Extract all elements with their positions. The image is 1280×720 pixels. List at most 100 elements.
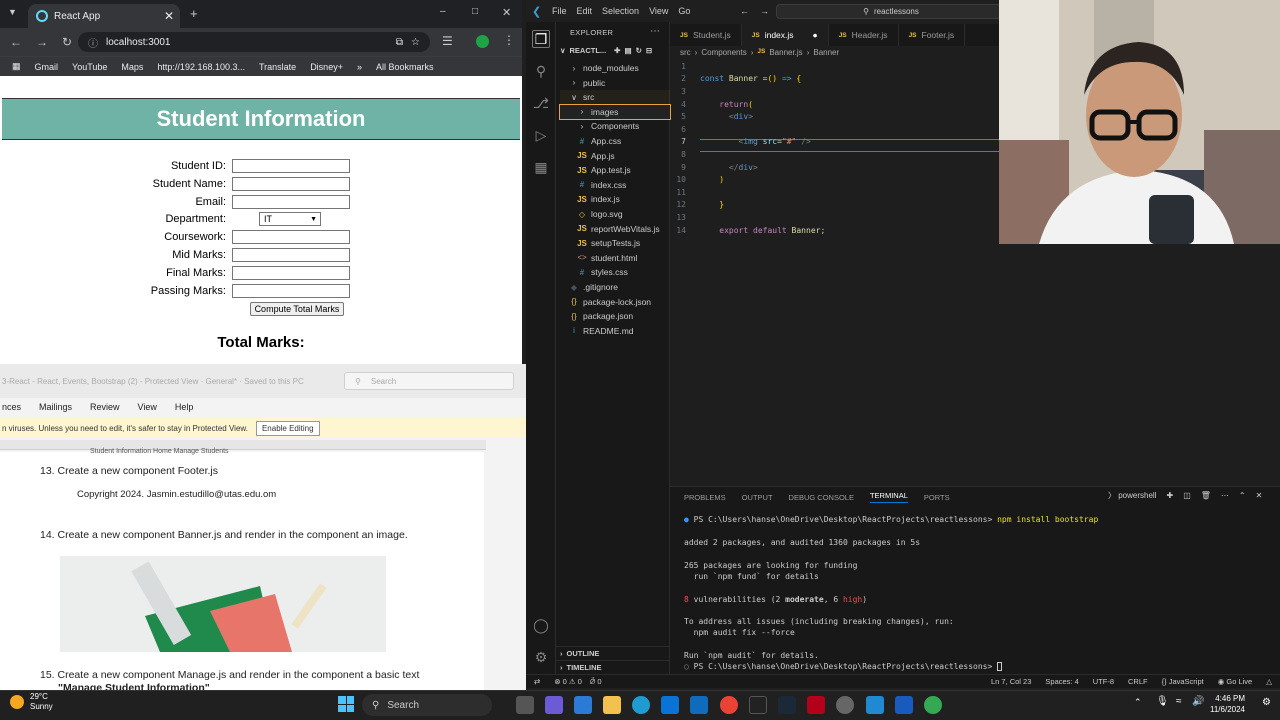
taskbar-search[interactable]: ⚲ Search xyxy=(362,694,492,716)
remote-icon[interactable]: ⇄ xyxy=(534,677,540,686)
tree-item-images[interactable]: › images xyxy=(559,103,671,120)
accounts-icon[interactable]: ◯ xyxy=(532,616,550,634)
browser-menu-chevron-icon[interactable]: ▼ xyxy=(8,7,17,17)
edge-icon[interactable] xyxy=(632,696,650,714)
address-bar[interactable]: ⓘ localhost:3001 ⧉ ☆ xyxy=(78,32,430,52)
code-line[interactable]: 14 export default Banner; xyxy=(670,224,1000,237)
tree-item-app-css[interactable]: # App.css xyxy=(560,134,670,148)
bookmark-gmail[interactable]: Gmail xyxy=(35,62,59,72)
student-id-input[interactable] xyxy=(232,159,350,173)
tree-item-app-js[interactable]: JS App.js xyxy=(560,149,670,163)
widgets-icon[interactable] xyxy=(574,696,592,714)
acrobat-icon[interactable] xyxy=(807,696,825,714)
menu-file[interactable]: File xyxy=(552,6,567,16)
forward-icon[interactable]: → xyxy=(36,35,48,49)
explorer-icon[interactable]: ❐ xyxy=(532,30,550,48)
tree-item-components[interactable]: › Components xyxy=(560,119,670,133)
bookmark-translate[interactable]: Translate xyxy=(259,62,296,72)
menu-edit[interactable]: Edit xyxy=(577,6,593,16)
word-search[interactable]: ⚲ Search xyxy=(344,372,514,390)
menu-view[interactable]: View xyxy=(649,6,668,16)
tab-student-js[interactable]: JS Student.js xyxy=(670,24,742,46)
menu-go[interactable]: Go xyxy=(678,6,690,16)
terminal-line-prompt2[interactable]: ○ PS C:\Users\hanse\OneDrive\Desktop\Rea… xyxy=(684,662,1003,671)
tree-item-reportwebvitals-js[interactable]: JS reportWebVitals.js xyxy=(560,222,670,236)
breadcrumb-file[interactable]: Banner.js xyxy=(769,48,802,57)
department-select[interactable]: IT ▼ xyxy=(259,212,321,226)
tree-item--gitignore[interactable]: ◆ .gitignore xyxy=(560,280,670,294)
apps-grid-icon[interactable]: ▦ xyxy=(12,61,21,72)
file-explorer-icon[interactable] xyxy=(603,696,621,714)
code-line[interactable]: 11 xyxy=(670,186,1000,199)
tray-chevron-icon[interactable]: ⌃ xyxy=(1134,697,1142,708)
tree-item-readme-md[interactable]: i README.md xyxy=(560,324,670,338)
bookmark-ip[interactable]: http://192.168.100.3... xyxy=(157,62,245,72)
panel-tab-problems[interactable]: PROBLEMS xyxy=(684,493,726,502)
new-file-icon[interactable]: ✚ xyxy=(614,46,620,55)
chrome-icon[interactable] xyxy=(720,696,738,714)
tree-item-index-css[interactable]: # index.css xyxy=(560,178,670,192)
new-terminal-icon[interactable]: ✚ xyxy=(1166,491,1173,500)
timeline-section[interactable]: › TIMELINE xyxy=(556,660,670,674)
new-tab-icon[interactable]: + xyxy=(190,6,198,21)
bookmark-star-icon[interactable]: ☆ xyxy=(411,37,420,48)
install-icon[interactable]: ⧉ xyxy=(396,37,403,48)
cursor-position[interactable]: Ln 7, Col 23 xyxy=(991,677,1031,686)
panel-more-icon[interactable]: ⋯ xyxy=(1221,491,1229,500)
close-panel-icon[interactable]: ✕ xyxy=(1256,491,1263,500)
bookmark-youtube[interactable]: YouTube xyxy=(72,62,107,72)
maximize-icon[interactable]: □ xyxy=(472,6,478,17)
wifi-icon[interactable]: ≈ xyxy=(1176,696,1182,707)
explorer-more-icon[interactable]: ⋯ xyxy=(650,26,660,37)
code-line[interactable]: 13 xyxy=(670,211,1000,224)
media-player-icon[interactable] xyxy=(749,696,767,714)
ports-status[interactable]: ⦳ 0 xyxy=(590,677,602,687)
kill-terminal-icon[interactable]: 🗑 xyxy=(1201,491,1211,500)
tree-item-logo-svg[interactable]: ◇ logo.svg xyxy=(560,207,670,221)
nav-back-icon[interactable]: ← xyxy=(740,6,749,16)
bookmark-disney[interactable]: Disney+ xyxy=(310,62,343,72)
student-name-input[interactable] xyxy=(232,177,350,191)
minimize-icon[interactable]: – xyxy=(440,6,446,17)
settings-gear-icon[interactable]: ⚙ xyxy=(532,648,550,666)
menu-references[interactable]: nces xyxy=(2,402,21,412)
terminal-shell-selector[interactable]: 〉 powershell xyxy=(1108,490,1156,501)
word-taskbar-icon[interactable] xyxy=(895,696,913,714)
system-clock[interactable]: 4:46 PM 11/6/2024 xyxy=(1210,693,1245,715)
menu-view[interactable]: View xyxy=(138,402,157,412)
weather-widget[interactable]: 29°C Sunny xyxy=(10,692,53,712)
menu-review[interactable]: Review xyxy=(90,402,120,412)
tree-item-package-json[interactable]: {} package.json xyxy=(560,309,670,323)
maximize-panel-icon[interactable]: ⌃ xyxy=(1239,491,1246,500)
bookmark-maps[interactable]: Maps xyxy=(121,62,143,72)
profile-avatar[interactable] xyxy=(476,35,489,48)
unsaved-dot-icon[interactable]: ● xyxy=(813,30,818,40)
menu-mailings[interactable]: Mailings xyxy=(39,402,72,412)
project-header[interactable]: ∨ REACTL... ✚ ▤ ↻ ⊟ xyxy=(560,46,652,55)
close-tab-icon[interactable]: ✕ xyxy=(164,9,174,23)
store-icon[interactable] xyxy=(661,696,679,714)
browser-tab[interactable]: React App ✕ xyxy=(28,4,180,28)
extensions-icon[interactable]: ▦ xyxy=(532,158,550,176)
code-line[interactable]: 3 xyxy=(670,85,1000,98)
close-window-icon[interactable]: ✕ xyxy=(502,6,511,19)
mid-marks-input[interactable] xyxy=(232,248,350,262)
email-input[interactable] xyxy=(232,195,350,209)
coursework-input[interactable] xyxy=(232,230,350,244)
tab-footer-js[interactable]: JS Footer.js xyxy=(899,24,966,46)
compute-total-button[interactable]: Compute Total Marks xyxy=(250,302,344,316)
tab-header-js[interactable]: JS Header.js xyxy=(829,24,899,46)
panel-tab-output[interactable]: OUTPUT xyxy=(742,493,773,502)
language-mode[interactable]: {} JavaScript xyxy=(1162,677,1204,686)
code-line[interactable]: 6 xyxy=(670,123,1000,136)
tree-item-src[interactable]: ∨ src xyxy=(560,90,670,105)
steam-icon[interactable] xyxy=(778,696,796,714)
passing-marks-input[interactable] xyxy=(232,284,350,298)
volume-icon[interactable]: 🔊 xyxy=(1192,696,1204,707)
code-line[interactable]: 9 </div> xyxy=(670,161,1000,174)
tree-item-app-test-js[interactable]: JS App.test.js xyxy=(560,163,670,177)
code-line[interactable]: 7 <img src="#" /> xyxy=(670,136,1000,149)
tab-index-js[interactable]: JS index.js ● xyxy=(741,24,829,46)
notification-bell-icon[interactable]: ⚙ xyxy=(1262,697,1271,708)
all-bookmarks[interactable]: All Bookmarks xyxy=(376,62,434,72)
